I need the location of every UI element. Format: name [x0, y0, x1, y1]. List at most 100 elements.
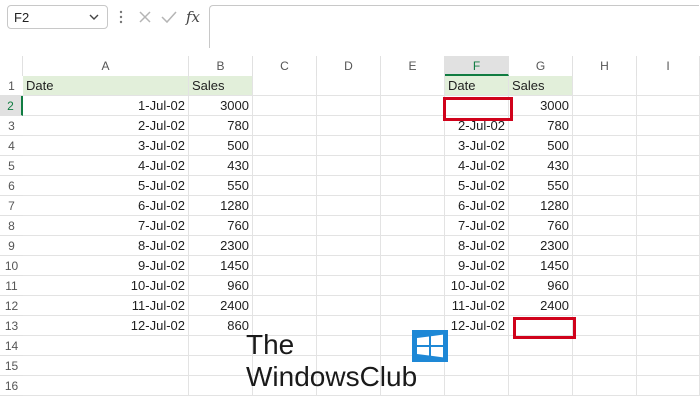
row-header-12[interactable]: 12 [0, 296, 23, 316]
left-sales-cell[interactable]: 860 [189, 316, 253, 336]
cell-d3[interactable] [317, 116, 381, 136]
cell-i14[interactable] [637, 336, 700, 356]
cell-e12[interactable] [381, 296, 445, 316]
cell-i7[interactable] [637, 196, 700, 216]
left-sales-cell[interactable]: 2400 [189, 296, 253, 316]
cell-a16[interactable] [23, 376, 189, 396]
cell-e4[interactable] [381, 136, 445, 156]
row-header-15[interactable]: 15 [0, 356, 23, 376]
column-header-a[interactable]: A [23, 56, 189, 76]
cell-h2[interactable] [573, 96, 637, 116]
column-header-g[interactable]: G [509, 56, 573, 76]
left-date-cell[interactable]: 5-Jul-02 [23, 176, 189, 196]
cell-d12[interactable] [317, 296, 381, 316]
row-header-3[interactable]: 3 [0, 116, 23, 136]
cell-g14[interactable] [509, 336, 573, 356]
left-sales-cell[interactable]: 430 [189, 156, 253, 176]
cell-e8[interactable] [381, 216, 445, 236]
cell-h11[interactable] [573, 276, 637, 296]
right-date-cell[interactable]: 10-Jul-02 [445, 276, 509, 296]
right-sales-cell[interactable]: 780 [509, 116, 573, 136]
column-header-f[interactable]: F [445, 56, 509, 76]
cell-c10[interactable] [253, 256, 317, 276]
column-header-b[interactable]: B [189, 56, 253, 76]
cell-i1[interactable] [637, 76, 700, 96]
row-header-11[interactable]: 11 [0, 276, 23, 296]
cell-d6[interactable] [317, 176, 381, 196]
column-header-d[interactable]: D [317, 56, 381, 76]
cell-h6[interactable] [573, 176, 637, 196]
cell-e11[interactable] [381, 276, 445, 296]
cell-i15[interactable] [637, 356, 700, 376]
right-header-sales[interactable]: Sales [509, 76, 573, 96]
cell-b15[interactable] [189, 356, 253, 376]
cell-g16[interactable] [509, 376, 573, 396]
right-date-cell[interactable]: 8-Jul-02 [445, 236, 509, 256]
cell-c5[interactable] [253, 156, 317, 176]
cell-b14[interactable] [189, 336, 253, 356]
insert-function-icon[interactable]: fx [182, 6, 204, 28]
cell-d4[interactable] [317, 136, 381, 156]
row-header-8[interactable]: 8 [0, 216, 23, 236]
cell-h3[interactable] [573, 116, 637, 136]
cell-c1[interactable] [253, 76, 317, 96]
row-header-5[interactable]: 5 [0, 156, 23, 176]
cell-e9[interactable] [381, 236, 445, 256]
left-sales-cell[interactable]: 3000 [189, 96, 253, 116]
cell-d11[interactable] [317, 276, 381, 296]
left-date-cell[interactable]: 6-Jul-02 [23, 196, 189, 216]
column-header-c[interactable]: C [253, 56, 317, 76]
left-date-cell[interactable]: 7-Jul-02 [23, 216, 189, 236]
column-header-i[interactable]: I [637, 56, 700, 76]
cell-a15[interactable] [23, 356, 189, 376]
left-header-date[interactable]: Date [23, 76, 189, 96]
column-header-e[interactable]: E [381, 56, 445, 76]
right-sales-cell[interactable]: 3000 [509, 96, 573, 116]
cell-c2[interactable] [253, 96, 317, 116]
cell-c7[interactable] [253, 196, 317, 216]
right-date-cell[interactable]: 4-Jul-02 [445, 156, 509, 176]
cell-e2[interactable] [381, 96, 445, 116]
right-sales-cell[interactable]: 500 [509, 136, 573, 156]
cell-c9[interactable] [253, 236, 317, 256]
cell-d7[interactable] [317, 196, 381, 216]
right-sales-cell[interactable]: 2300 [509, 236, 573, 256]
row-header-6[interactable]: 6 [0, 176, 23, 196]
right-sales-cell[interactable]: 550 [509, 176, 573, 196]
enter-check-icon[interactable] [158, 6, 180, 28]
cell-i12[interactable] [637, 296, 700, 316]
left-date-cell[interactable]: 12-Jul-02 [23, 316, 189, 336]
left-sales-cell[interactable]: 550 [189, 176, 253, 196]
cell-i5[interactable] [637, 156, 700, 176]
cell-d10[interactable] [317, 256, 381, 276]
right-sales-cell[interactable]: 1450 [509, 256, 573, 276]
cell-h10[interactable] [573, 256, 637, 276]
right-sales-cell[interactable]: 1280 [509, 196, 573, 216]
left-date-cell[interactable]: 8-Jul-02 [23, 236, 189, 256]
cell-i8[interactable] [637, 216, 700, 236]
row-header-1[interactable]: 1 [0, 76, 23, 96]
cell-c3[interactable] [253, 116, 317, 136]
cell-i6[interactable] [637, 176, 700, 196]
cell-h14[interactable] [573, 336, 637, 356]
left-sales-cell[interactable]: 1280 [189, 196, 253, 216]
row-header-4[interactable]: 4 [0, 136, 23, 156]
row-header-2[interactable]: 2 [0, 96, 23, 116]
row-header-13[interactable]: 13 [0, 316, 23, 336]
right-sales-cell[interactable]: 430 [509, 156, 573, 176]
left-sales-cell[interactable]: 780 [189, 116, 253, 136]
cell-h13[interactable] [573, 316, 637, 336]
cell-h7[interactable] [573, 196, 637, 216]
cell-i3[interactable] [637, 116, 700, 136]
left-sales-cell[interactable]: 500 [189, 136, 253, 156]
cell-c6[interactable] [253, 176, 317, 196]
cell-d9[interactable] [317, 236, 381, 256]
right-date-cell[interactable]: 6-Jul-02 [445, 196, 509, 216]
cell-i10[interactable] [637, 256, 700, 276]
row-header-10[interactable]: 10 [0, 256, 23, 276]
cell-i2[interactable] [637, 96, 700, 116]
cell-e7[interactable] [381, 196, 445, 216]
left-date-cell[interactable]: 2-Jul-02 [23, 116, 189, 136]
right-date-cell[interactable]: 7-Jul-02 [445, 216, 509, 236]
cell-e10[interactable] [381, 256, 445, 276]
